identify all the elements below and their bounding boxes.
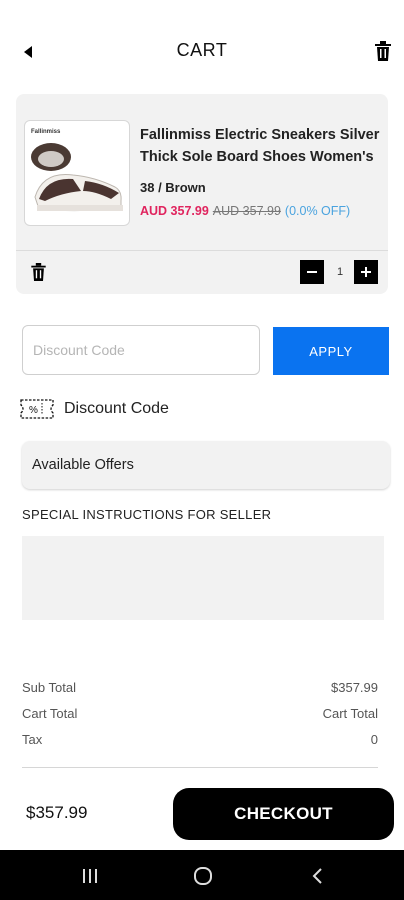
home-icon [194, 867, 212, 885]
special-instructions-label: SPECIAL INSTRUCTIONS FOR SELLER [22, 507, 272, 522]
price-row: AUD 357.99 AUD 357.99 (0.0% OFF) [140, 204, 350, 218]
product-name[interactable]: Fallinmiss Electric Sneakers Silver Thic… [140, 124, 384, 168]
summary-label: Cart Total [22, 706, 78, 721]
recent-apps-button[interactable] [77, 863, 103, 889]
summary-row-subtotal: Sub Total $357.99 [22, 680, 378, 695]
remove-item-button[interactable] [26, 260, 50, 284]
total-amount: $357.99 [26, 803, 88, 822]
original-price: AUD 357.99 [212, 204, 281, 218]
summary-value: $357.99 [331, 680, 378, 695]
recent-apps-icon [83, 869, 97, 883]
summary-value: Cart Total [322, 706, 378, 721]
apply-button[interactable]: APPLY [273, 327, 389, 375]
quantity-value: 1 [336, 266, 344, 278]
system-back-button[interactable] [304, 863, 330, 889]
checkout-button[interactable]: CHECKOUT [173, 788, 394, 840]
page-title: CART [176, 40, 228, 60]
home-button[interactable] [190, 863, 216, 889]
product-variant: 38 / Brown [140, 180, 206, 195]
coupon-icon: % [20, 399, 54, 419]
trash-icon [375, 41, 391, 61]
product-thumbnail[interactable]: Fallinmiss [24, 120, 130, 226]
svg-text:Fallinmiss: Fallinmiss [31, 129, 61, 135]
special-instructions-input[interactable] [22, 536, 384, 620]
discount-percent: (0.0% OFF) [284, 204, 351, 218]
trash-icon [30, 263, 46, 281]
available-offers-label: Available Offers [32, 457, 134, 473]
available-offers-button[interactable]: Available Offers [22, 441, 390, 489]
sneaker-image: Fallinmiss [31, 129, 123, 212]
minus-icon [307, 271, 317, 273]
card-divider [16, 250, 388, 251]
summary-label: Sub Total [22, 680, 76, 695]
summary-divider [22, 767, 378, 768]
discount-code-label: Discount Code [64, 400, 169, 417]
quantity-decrease-button[interactable] [300, 260, 324, 284]
sale-price: AUD 357.99 [140, 204, 209, 218]
cart-item-card: Fallinmiss Fallinmiss Electric Sneakers … [16, 94, 388, 294]
discount-code-link[interactable]: % Discount Code [20, 396, 169, 422]
clear-cart-button[interactable] [368, 36, 398, 66]
discount-code-input[interactable] [22, 325, 260, 375]
summary-row-cart-total: Cart Total Cart Total [22, 706, 378, 721]
summary-value: 0 [370, 732, 378, 747]
chevron-left-icon [312, 868, 322, 884]
svg-text:%: % [29, 405, 38, 416]
quantity-increase-button[interactable] [354, 260, 378, 284]
summary-label: Tax [22, 732, 43, 747]
summary-row-tax: Tax 0 [22, 732, 378, 747]
plus-icon [361, 267, 371, 277]
